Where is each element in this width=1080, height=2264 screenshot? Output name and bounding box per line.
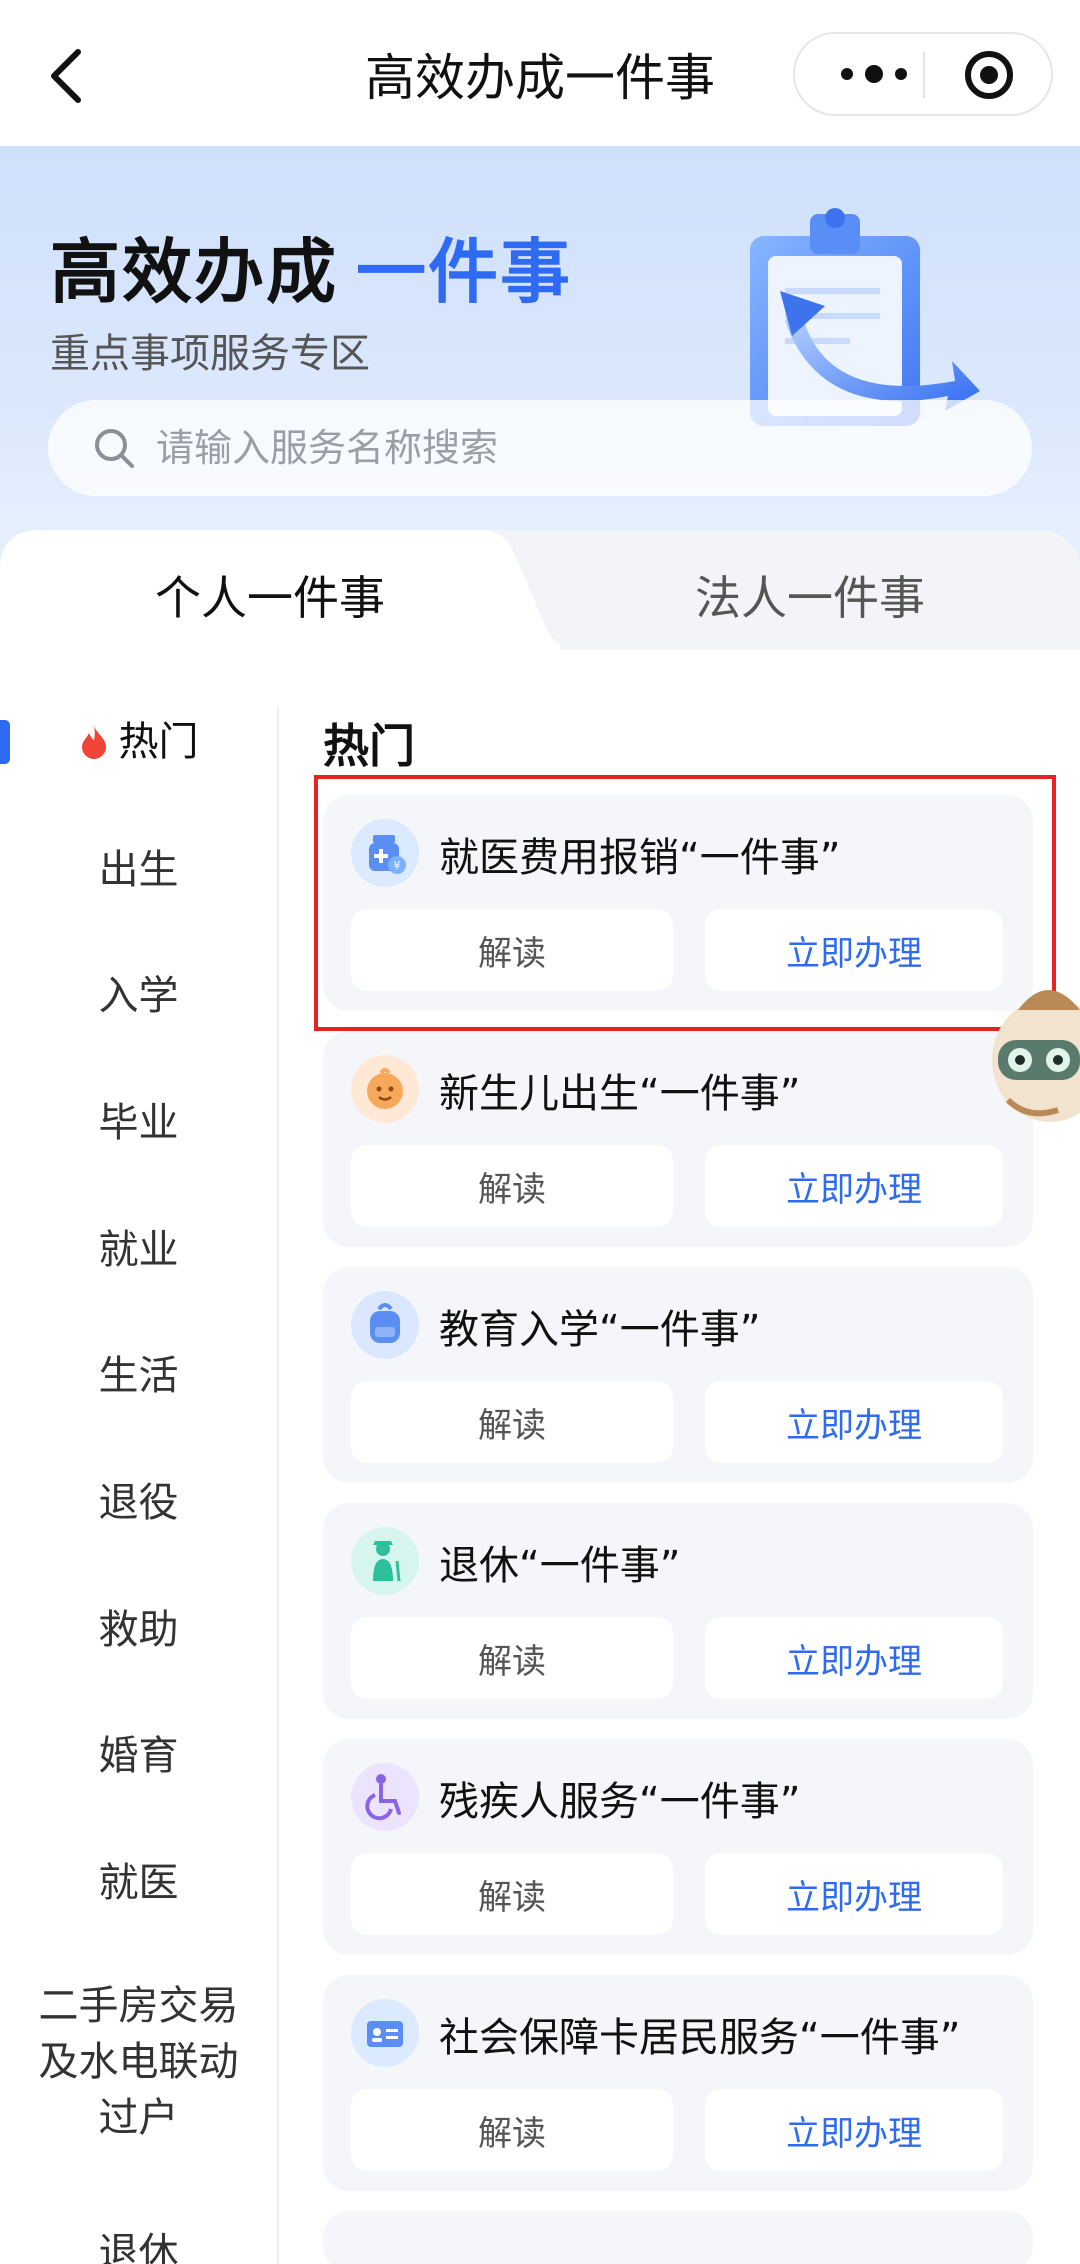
card-title: 新生儿出生“一件事”: [439, 1071, 801, 1117]
handle-now-button[interactable]: 立即办理: [705, 1145, 1003, 1227]
sidebar-item-marriage-birth[interactable]: 婚育: [0, 1728, 277, 1784]
id-card-icon: [351, 1999, 419, 2067]
tab-bar: 个人一件事 法人一件事: [0, 530, 1080, 650]
read-button[interactable]: 解读: [351, 1145, 673, 1227]
sidebar-item-graduation[interactable]: 毕业: [0, 1095, 277, 1151]
baby-icon: [351, 1055, 419, 1123]
highlight-box: [314, 775, 1056, 1031]
sidebar-item-birth[interactable]: 出生: [0, 842, 277, 898]
search-input[interactable]: [156, 400, 976, 496]
hero-banner: 高效办成 一件事 重点事项服务专区: [0, 146, 1080, 566]
handle-now-button[interactable]: 立即办理: [705, 1381, 1003, 1463]
wheelchair-icon: [351, 1763, 419, 1831]
sidebar-item-assistance[interactable]: 救助: [0, 1602, 277, 1658]
card-title: 教育入学“一件事”: [439, 1307, 761, 1353]
sidebar-item-enrollment[interactable]: 入学: [0, 968, 277, 1024]
mascot-icon[interactable]: [978, 970, 1080, 1150]
hero-title-accent: 一件事: [356, 231, 572, 313]
nav-bar: 高效办成一件事: [0, 0, 1080, 146]
service-card-partial[interactable]: [323, 2211, 1033, 2264]
read-button[interactable]: 解读: [351, 2089, 673, 2171]
more-dots-icon[interactable]: [829, 34, 919, 114]
service-card[interactable]: 退休“一件事” 解读 立即办理: [323, 1503, 1033, 1719]
search-bar[interactable]: [48, 400, 1032, 496]
section-title: 热门: [323, 719, 415, 773]
service-card[interactable]: 新生儿出生“一件事” 解读 立即办理: [323, 1031, 1033, 1247]
read-button[interactable]: 解读: [351, 1853, 673, 1935]
capsule-divider: [923, 52, 925, 98]
service-card[interactable]: 教育入学“一件事” 解读 立即办理: [323, 1267, 1033, 1483]
search-icon: [95, 429, 134, 468]
hero-subtitle: 重点事项服务专区: [50, 331, 370, 377]
sidebar-item-label-line: 二手房交易: [38, 1983, 239, 2029]
card-title: 残疾人服务“一件事”: [439, 1779, 801, 1825]
retiree-icon: [351, 1527, 419, 1595]
sidebar-item-label-line: 及水电联动: [38, 2039, 239, 2085]
sidebar-item-life[interactable]: 生活: [0, 1348, 277, 1404]
flame-icon: [81, 726, 106, 759]
target-icon[interactable]: [965, 51, 1013, 99]
sidebar-item-label: 热门: [118, 719, 199, 765]
handle-now-button[interactable]: 立即办理: [705, 2089, 1003, 2171]
mini-program-capsule: [793, 32, 1053, 116]
read-button[interactable]: 解读: [351, 1381, 673, 1463]
sidebar-item-employment[interactable]: 就业: [0, 1222, 277, 1278]
hero-title: 高效办成 一件事: [50, 216, 572, 317]
tab-legal-entity[interactable]: 法人一件事: [540, 562, 1080, 628]
read-button[interactable]: 解读: [351, 1617, 673, 1699]
tab-personal[interactable]: 个人一件事: [0, 562, 540, 628]
sidebar-item-retirement[interactable]: 退休: [0, 2225, 277, 2264]
handle-now-button[interactable]: 立即办理: [705, 1617, 1003, 1699]
schoolbag-icon: [351, 1291, 419, 1359]
handle-now-button[interactable]: 立即办理: [705, 1853, 1003, 1935]
sidebar-item-second-hand-house[interactable]: 二手房交易 及水电联动 过户: [0, 1978, 277, 2146]
sidebar-item-label-line: 过户: [98, 2095, 179, 2141]
sidebar-item-hot[interactable]: 热门: [0, 714, 277, 770]
service-card[interactable]: 残疾人服务“一件事” 解读 立即办理: [323, 1739, 1033, 1955]
sidebar-item-medical[interactable]: 就医: [0, 1855, 277, 1911]
hero-title-main: 高效办成: [50, 231, 338, 313]
sidebar-divider: [277, 706, 279, 2264]
sidebar-item-veteran[interactable]: 退役: [0, 1475, 277, 1531]
card-title: 退休“一件事”: [439, 1543, 681, 1589]
service-card[interactable]: 社会保障卡居民服务“一件事” 解读 立即办理: [323, 1975, 1033, 2191]
card-title: 社会保障卡居民服务“一件事”: [439, 2015, 961, 2061]
